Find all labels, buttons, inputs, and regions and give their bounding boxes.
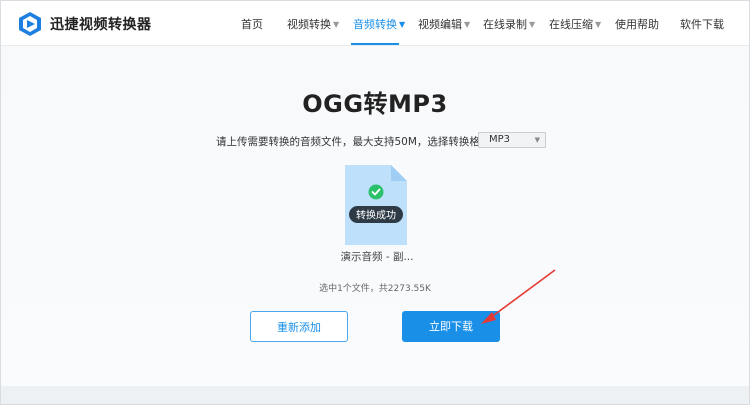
main-nav: 首页 视频转换 ▼ 音频转换 ▼ 视频编辑 ▼ 在线录制 ▼ 在线压缩 ▼ 使用帮助 软件… xyxy=(1,1,749,45)
success-check-icon xyxy=(368,184,384,200)
nav-video-edit[interactable]: 视频编辑 ▼ xyxy=(418,16,470,32)
chevron-down-icon: ▼ xyxy=(595,20,602,29)
file-status-text: 转换成功 xyxy=(356,209,396,222)
nav-audio-convert[interactable]: 音频转换 ▼ xyxy=(353,16,405,32)
nav-online-record[interactable]: 在线录制 ▼ xyxy=(483,16,535,32)
page-title: OGG转MP3 xyxy=(302,90,448,118)
nav-help[interactable]: 使用帮助 xyxy=(615,16,659,32)
file-summary: 选中1个文件，共2273.55K xyxy=(319,284,431,294)
format-select[interactable]: MP3 ▼ xyxy=(478,132,546,148)
chevron-down-icon: ▼ xyxy=(399,20,406,29)
active-nav-underline xyxy=(351,43,399,45)
nav-video-convert[interactable]: 视频转换 ▼ xyxy=(287,16,339,32)
file-name: 演示音频 - 副... xyxy=(340,251,414,263)
chevron-down-icon: ▼ xyxy=(529,20,536,29)
main-content: OGG转MP3 请上传需要转换的音频文件，最大支持50M，选择转换格式： MP3… xyxy=(1,46,749,386)
chevron-down-icon: ▼ xyxy=(464,20,471,29)
upload-instruction: 请上传需要转换的音频文件，最大支持50M，选择转换格式： xyxy=(216,136,501,148)
nav-online-compress[interactable]: 在线压缩 ▼ xyxy=(549,16,601,32)
top-header: 迅捷视频转换器 首页 视频转换 ▼ 音频转换 ▼ 视频编辑 ▼ 在线录制 ▼ 在线压缩 ▼… xyxy=(1,1,749,46)
download-button[interactable]: 立即下载 xyxy=(402,311,500,342)
footer-strip xyxy=(1,386,749,404)
chevron-down-icon: ▼ xyxy=(534,136,540,144)
format-select-value: MP3 xyxy=(489,134,511,145)
readd-button[interactable]: 重新添加 xyxy=(250,311,348,342)
file-card[interactable]: 转换成功 xyxy=(345,165,407,245)
chevron-down-icon: ▼ xyxy=(333,20,340,29)
nav-software-download[interactable]: 软件下载 xyxy=(680,16,724,32)
nav-home[interactable]: 首页 xyxy=(241,16,263,32)
